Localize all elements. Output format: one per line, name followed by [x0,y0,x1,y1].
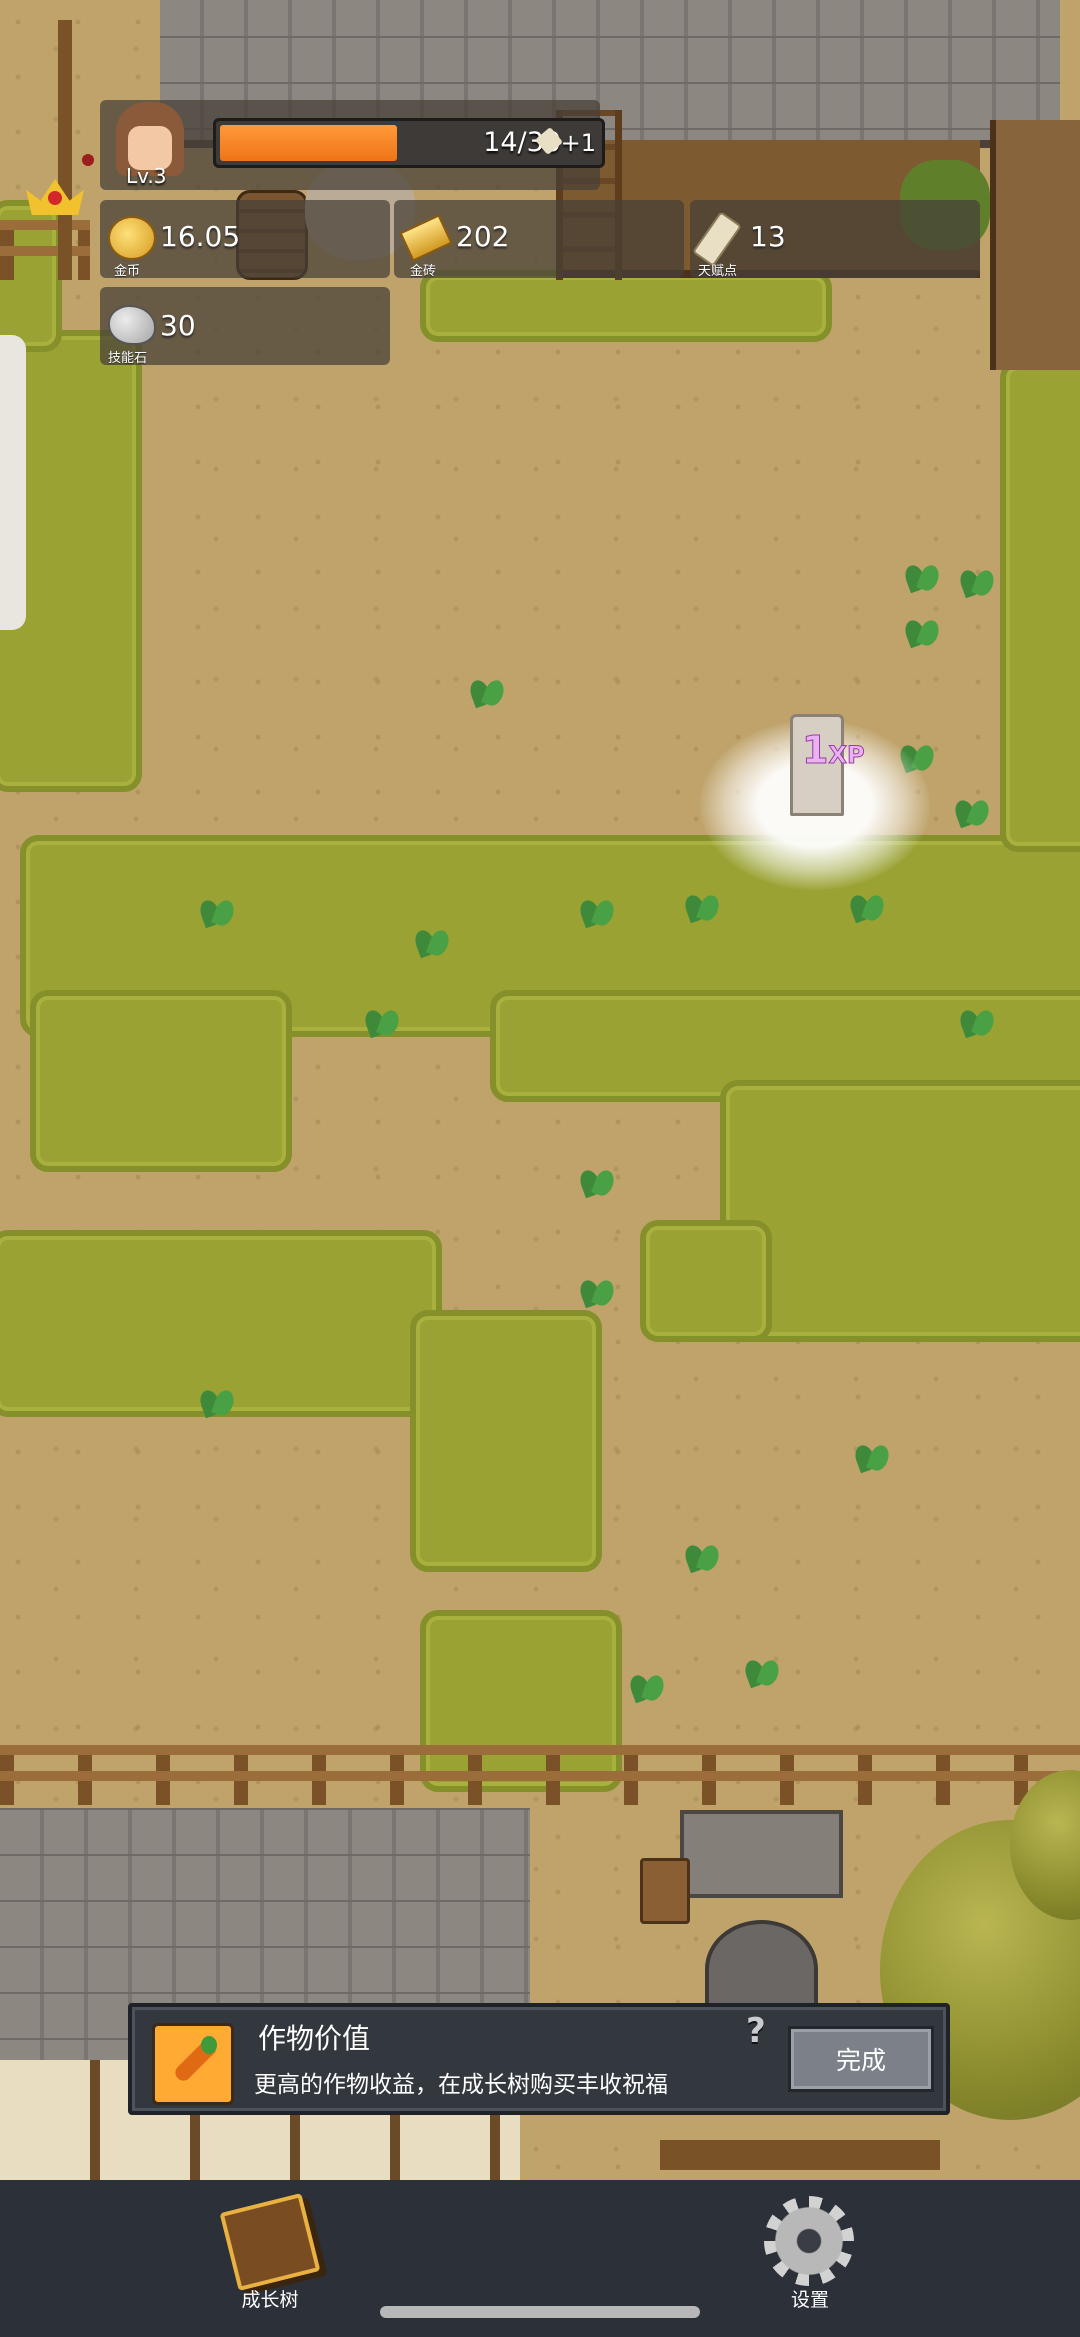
crop-sprout[interactable] [625,1665,669,1705]
home-indicator[interactable] [380,2306,700,2318]
growth-book-icon [219,2193,321,2291]
gold-caption: 金币 [114,264,141,279]
grass-patch [640,1220,772,1342]
wooden-gallows [58,20,72,280]
crop-sprout[interactable] [575,1270,619,1310]
skill-stone-caption: 技能石 [108,351,148,366]
crop-sprout[interactable] [680,885,724,925]
crop-sprout[interactable] [955,1000,999,1040]
gold-brick-icon [399,214,453,262]
crop-sprout[interactable] [850,1435,894,1475]
exp-bonus-value: +1 [560,129,596,157]
gold-brick-caption: 金砖 [410,264,437,279]
level-label: Lv.3 [126,164,167,188]
scroll-icon [534,126,563,156]
crop-carrot[interactable] [410,920,454,960]
gold-value: 16.05 [160,220,241,253]
currency-gold-brick[interactable]: 202 金砖 [394,200,684,279]
player-avatar[interactable]: Lv.3 [104,96,198,190]
crop-sprout[interactable] [845,885,889,925]
side-drawer-handle[interactable] [0,335,26,630]
grass-patch [410,1310,602,1572]
xp-unit: XP [828,741,865,770]
nav-growth-tree-button[interactable]: 成长树 [200,2192,340,2312]
gear-icon [764,2196,854,2286]
crop-sprout[interactable] [575,890,619,930]
crop-sprout[interactable] [900,610,944,650]
gold-coin-icon [108,216,156,260]
cart [660,2140,940,2170]
help-icon[interactable]: ? [746,2011,766,2051]
xp-amount: 1 [801,728,829,773]
carrot-icon [152,2023,234,2105]
exp-text: 14/30 [483,127,561,158]
crop-sprout[interactable] [195,1380,239,1420]
gold-brick-value: 202 [456,220,510,253]
xp-gain-popup: 1XP [801,728,865,773]
water-well [680,1810,843,2018]
quest-title: 作物价值 [258,2022,371,2055]
wooden-bucket [640,1858,690,1924]
nav-settings-label: 设置 [790,2289,829,2311]
currency-gold[interactable]: 16.05 金币 [100,200,390,279]
bottom-fence [0,1745,1080,1805]
crop-sprout[interactable] [465,670,509,710]
grass-patch [420,270,832,342]
nav-growth-tree-label: 成长树 [241,2289,299,2311]
talent-caption: 天赋点 [698,264,738,279]
crop-sprout[interactable] [955,560,999,600]
exp-bonus: +1 [534,126,596,157]
grass-patch [720,1080,1080,1342]
top-left-fence [0,220,90,280]
crop-sprout[interactable] [195,890,239,930]
grass-patch [1000,360,1080,852]
crop-sprout[interactable] [360,1000,404,1040]
currency-skill-stone[interactable]: 30 技能石 [100,287,390,366]
exp-bar: 14/30 +1 [213,118,605,168]
skill-stone-value: 30 [160,309,196,342]
crop-sprout[interactable] [680,1535,724,1575]
skill-stone-icon [108,305,156,345]
crown-icon[interactable] [20,165,90,225]
crop-sprout[interactable] [575,1160,619,1200]
crop-sprout[interactable] [740,1650,784,1690]
grass-patch [30,990,292,1172]
quest-description: 更高的作物收益，在成长树购买丰收祝福 [254,2072,668,2098]
nav-settings-button[interactable]: 设置 [740,2192,880,2312]
house-corner [990,120,1080,370]
quest-complete-button[interactable]: 完成 [788,2026,934,2092]
crop-sprout[interactable] [900,555,944,595]
crop-sprout[interactable] [950,790,994,830]
talent-scroll-icon [692,211,742,267]
talent-value: 13 [750,220,786,253]
currency-talent[interactable]: 13 天赋点 [690,200,980,279]
quest-panel: 作物价值 更高的作物收益，在成长树购买丰收祝福 ? 完成 [128,2003,950,2115]
